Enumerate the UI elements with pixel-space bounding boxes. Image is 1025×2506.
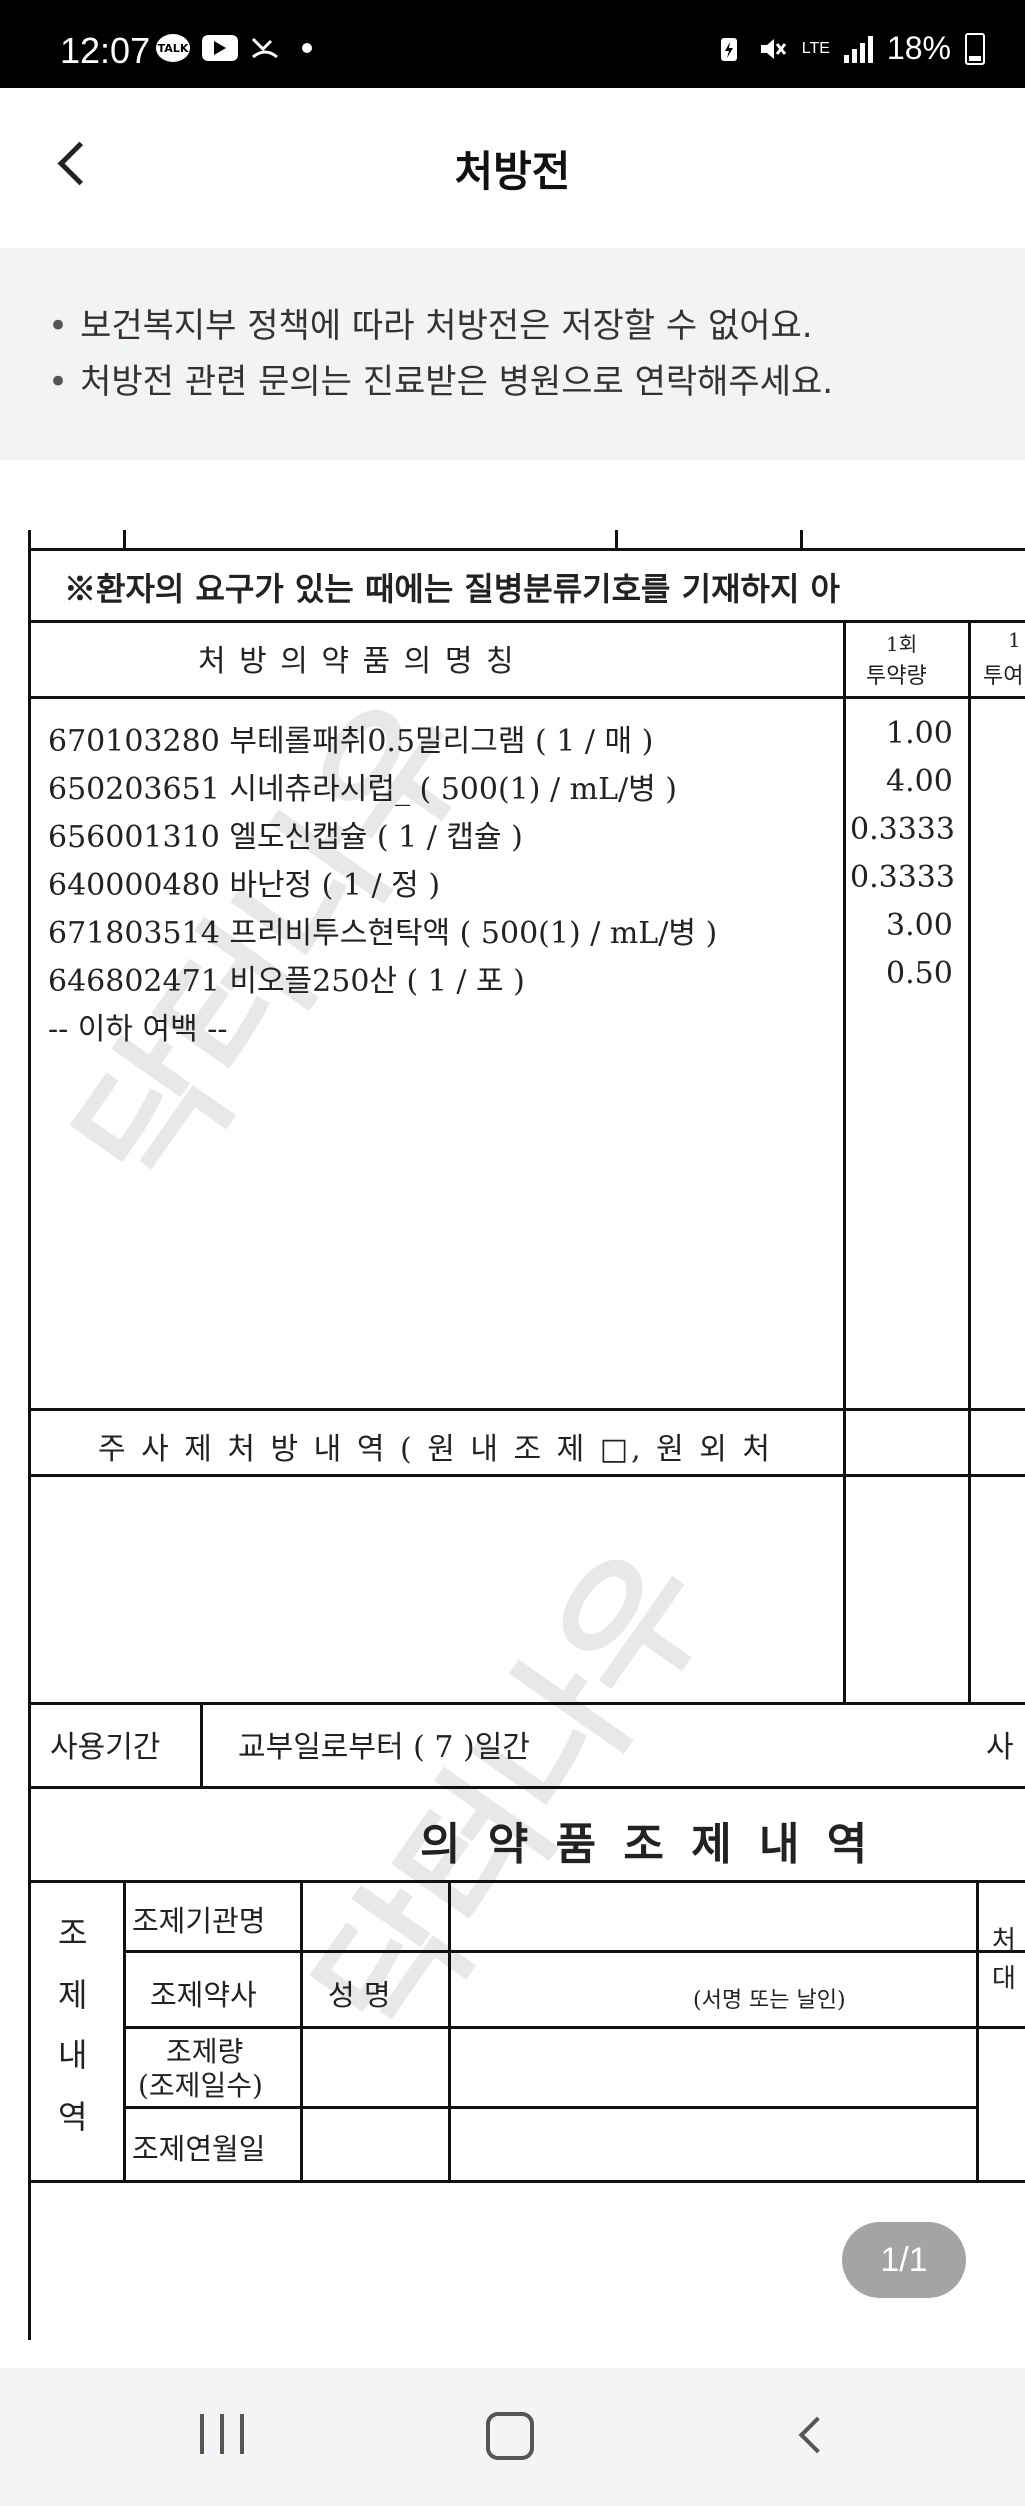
drug-dose: 0.3333 bbox=[850, 860, 955, 895]
signal-icon bbox=[843, 35, 873, 63]
drug-row: 670103280 부테롤패취0.5밀리그램 ( 1 / 매 ) bbox=[48, 716, 653, 760]
notice-item: 처방전 관련 문의는 진료받은 병원으로 연락해주세요. bbox=[48, 354, 833, 410]
prescription-document: 닥터나우 닥터나우 ※환자의 요구가 있는 때에는 질병분류기호를 기재하지 아… bbox=[28, 530, 1025, 2340]
battery-saver-icon bbox=[714, 36, 744, 62]
column-dose-label: 투약량 bbox=[866, 664, 927, 689]
drug-code: 671803514 bbox=[48, 916, 220, 951]
drug-name: 비오플250산 ( 1 / 포 ) bbox=[229, 964, 525, 999]
dispensing-side-label: 역 bbox=[58, 2098, 88, 2136]
status-bar: 12:07 TALK LTE 18% bbox=[0, 0, 1025, 88]
missed-call-icon bbox=[250, 35, 280, 61]
drug-code: 650203651 bbox=[48, 772, 220, 807]
dispensing-days-label: (조제일수) bbox=[138, 2069, 263, 2102]
recent-apps-button[interactable] bbox=[200, 2414, 244, 2454]
home-button[interactable] bbox=[486, 2412, 534, 2460]
drug-dose: 0.3333 bbox=[850, 812, 955, 847]
drug-name: 바난정 ( 1 / 정 ) bbox=[229, 868, 441, 903]
navigation-bar bbox=[0, 2368, 1025, 2506]
drug-dose: 3.00 bbox=[886, 908, 953, 943]
right-fragment: 처 bbox=[992, 1926, 1016, 1956]
usage-period-value: 교부일로부터 ( 7 )일간 bbox=[238, 1730, 530, 1765]
mute-icon bbox=[758, 36, 788, 62]
drug-row: 671803514 프리비투스현탁액 ( 500(1) / mL/병 ) bbox=[48, 908, 717, 952]
page-indicator: 1/1 bbox=[842, 2222, 966, 2298]
usage-period-right: 사 bbox=[986, 1730, 1014, 1765]
drug-row: 656001310 엘도신캡슐 ( 1 / 캡슐 ) bbox=[48, 812, 523, 856]
dispensing-date-label: 조제연월일 bbox=[132, 2132, 266, 2166]
drug-code: 670103280 bbox=[48, 724, 220, 759]
patient-request-notice: ※환자의 요구가 있는 때에는 질병분류기호를 기재하지 아 bbox=[64, 570, 840, 608]
column-dose-label: 1회 bbox=[886, 632, 918, 656]
battery-percent: 18% bbox=[886, 30, 951, 66]
column-frequency-label: 1 bbox=[1008, 628, 1021, 652]
drug-row: 650203651 시네츄라시럽_ ( 500(1) / mL/병 ) bbox=[48, 764, 677, 808]
kakaotalk-icon: TALK bbox=[156, 34, 190, 62]
status-time: 12:07 bbox=[60, 30, 151, 71]
usage-period-label: 사용기간 bbox=[50, 1730, 161, 1765]
column-drug-name: 처 방 의 약 품 의 명 칭 bbox=[198, 644, 516, 679]
youtube-icon bbox=[202, 35, 238, 61]
system-back-button[interactable] bbox=[790, 2414, 830, 2454]
list-end-marker: -- 이하 여백 -- bbox=[48, 1012, 228, 1047]
column-frequency-label: 투여 bbox=[983, 664, 1024, 689]
drug-name: 시네츄라시럽_ ( 500(1) / mL/병 ) bbox=[229, 772, 677, 807]
network-type: LTE bbox=[801, 39, 830, 57]
drug-code: 656001310 bbox=[48, 820, 220, 855]
dispensing-side-label: 제 bbox=[58, 1976, 88, 2014]
drug-name: 프리비투스현탁액 ( 500(1) / mL/병 ) bbox=[229, 916, 718, 951]
right-fragment: 대 bbox=[992, 1964, 1016, 1994]
drug-dose: 1.00 bbox=[886, 716, 953, 751]
dispensing-section-title: 의 약 품 조 제 내 역 bbox=[420, 1819, 874, 1870]
dispensing-institution-label: 조제기관명 bbox=[132, 1904, 266, 1938]
dispensing-side-label: 조 bbox=[58, 1914, 88, 1952]
drug-name: 엘도신캡슐 ( 1 / 캡슐 ) bbox=[229, 820, 523, 855]
drug-code: 640000480 bbox=[48, 868, 220, 903]
prescription-viewer[interactable]: 닥터나우 닥터나우 ※환자의 요구가 있는 때에는 질병분류기호를 기재하지 아… bbox=[0, 460, 1025, 2368]
notification-icons: TALK bbox=[156, 34, 312, 62]
battery-icon bbox=[965, 32, 985, 65]
drug-row: 646802471 비오플250산 ( 1 / 포 ) bbox=[48, 956, 525, 1000]
dispensing-pharmacist-label: 조제약사 bbox=[150, 1978, 257, 2012]
system-icons: LTE 18% bbox=[714, 30, 985, 67]
drug-dose: 0.50 bbox=[886, 956, 953, 991]
signature-hint: (서명 또는 날인) bbox=[693, 1988, 846, 2013]
drug-name: 부테롤패취0.5밀리그램 ( 1 / 매 ) bbox=[229, 724, 654, 759]
dispensing-side-label: 내 bbox=[58, 2036, 88, 2074]
drug-dose: 4.00 bbox=[886, 764, 953, 799]
injection-section-header: 주 사 제 처 방 내 역 ( 원 내 조 제 □, 원 외 처 bbox=[98, 1432, 774, 1467]
page-title: 처방전 bbox=[454, 147, 571, 196]
drug-code: 646802471 bbox=[48, 964, 220, 999]
notice-box: 보건복지부 정책에 따라 처방전은 저장할 수 없어요. 처방전 관련 문의는 … bbox=[0, 248, 1025, 460]
notice-item: 보건복지부 정책에 따라 처방전은 저장할 수 없어요. bbox=[48, 298, 833, 354]
more-notifications-dot bbox=[302, 43, 312, 53]
notice-list: 보건복지부 정책에 따라 처방전은 저장할 수 없어요. 처방전 관련 문의는 … bbox=[48, 298, 833, 410]
app-header: 처방전 bbox=[0, 88, 1025, 248]
drug-row: 640000480 바난정 ( 1 / 정 ) bbox=[48, 860, 440, 904]
pharmacist-name-label: 성 명 bbox=[328, 1978, 391, 2012]
